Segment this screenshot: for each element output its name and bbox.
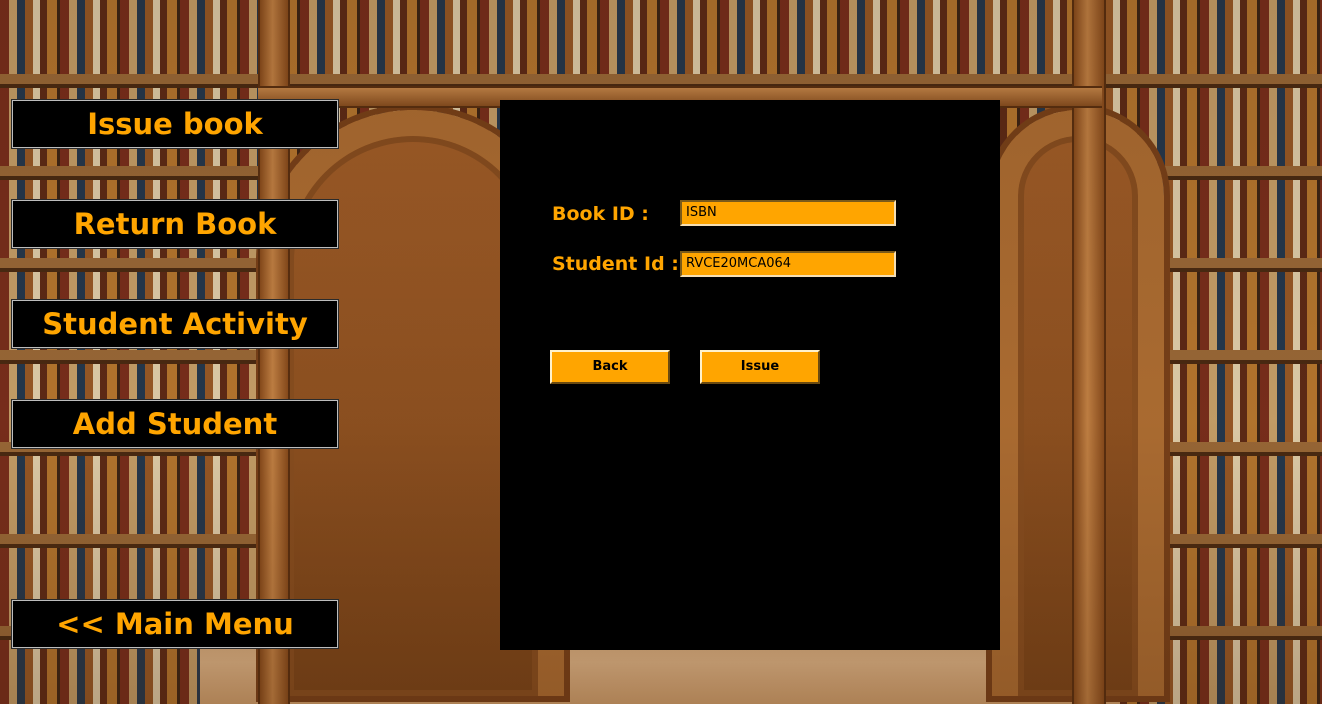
add-student-button[interactable]: Add Student [12, 400, 338, 448]
book-id-label: Book ID : [552, 203, 649, 225]
book-id-input[interactable] [680, 200, 896, 226]
issue-book-button[interactable]: Issue book [12, 100, 338, 148]
student-id-label: Student Id : [552, 253, 679, 275]
student-id-input[interactable] [680, 251, 896, 277]
main-menu-button[interactable]: << Main Menu [12, 600, 338, 648]
back-button[interactable]: Back [550, 350, 670, 384]
issue-book-form-panel: Book ID : Student Id : Back Issue [500, 100, 1000, 650]
return-book-button[interactable]: Return Book [12, 200, 338, 248]
app-window: Issue book Return Book Student Activity … [0, 0, 1322, 704]
student-activity-button[interactable]: Student Activity [12, 300, 338, 348]
issue-button[interactable]: Issue [700, 350, 820, 384]
